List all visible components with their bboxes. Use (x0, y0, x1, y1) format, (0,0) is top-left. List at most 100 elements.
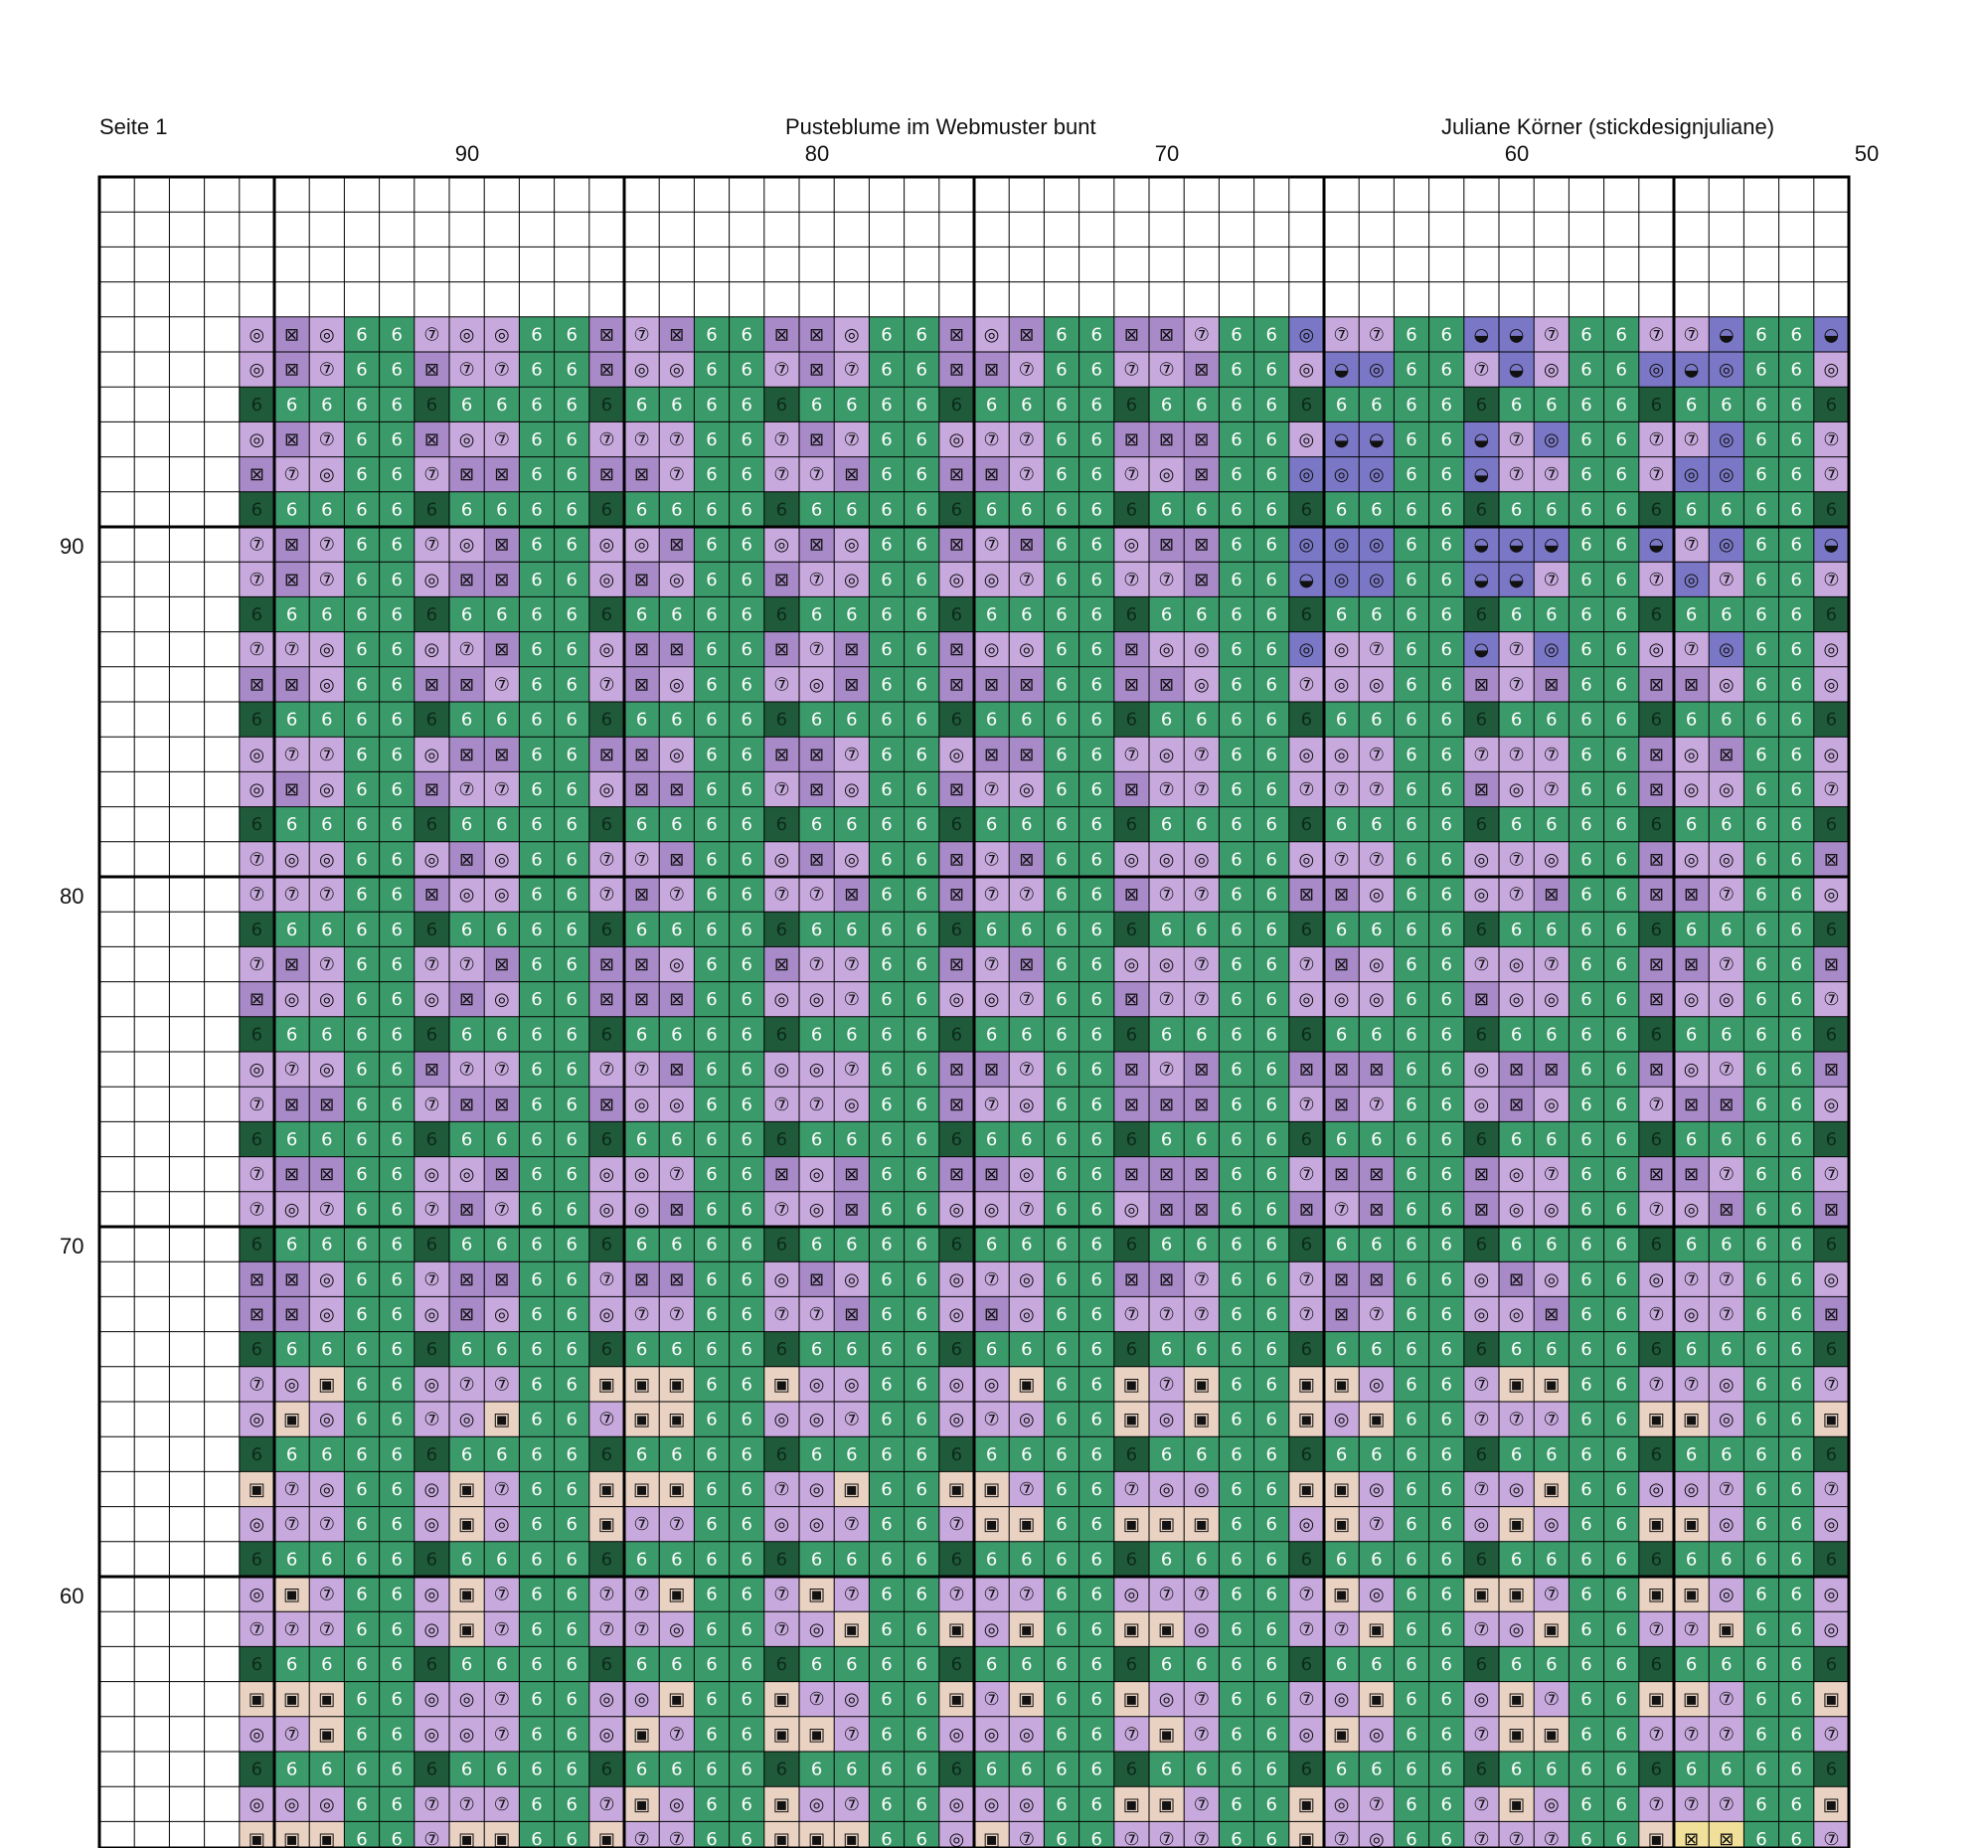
stitch-symbol: 6 (881, 1794, 892, 1815)
stitch-symbol: ◎ (809, 1479, 825, 1500)
stitch-symbol: 6 (1615, 1304, 1626, 1325)
stitch-symbol: 6 (1161, 604, 1172, 625)
stitch-symbol: ⑦ (1159, 989, 1175, 1010)
stitch-symbol: 6 (1546, 1024, 1557, 1045)
stitch-symbol: ⊠ (669, 1199, 684, 1220)
stitch-symbol: ◎ (669, 1794, 685, 1815)
stitch-symbol: 6 (1651, 1339, 1662, 1360)
stitch-symbol: 6 (1406, 1339, 1416, 1360)
stitch-symbol: ⑦ (1719, 1164, 1735, 1185)
stitch-symbol: 6 (1755, 1235, 1766, 1256)
stitch-symbol: 6 (1755, 989, 1766, 1010)
stitch-symbol: ⑦ (1334, 1619, 1350, 1640)
stitch-symbol: 6 (1615, 849, 1626, 870)
stitch-symbol: ⊠ (1649, 745, 1664, 765)
stitch-symbol: ⑦ (844, 989, 860, 1010)
stitch-symbol: 6 (1476, 604, 1487, 625)
stitch-symbol: ⑦ (1823, 464, 1839, 485)
stitch-symbol: 6 (915, 1724, 926, 1745)
stitch-symbol: ◎ (1649, 639, 1665, 660)
stitch-symbol: ◎ (634, 1689, 650, 1710)
stitch-symbol: ⑦ (1719, 1689, 1735, 1710)
stitch-symbol: 6 (1826, 920, 1837, 940)
stitch-symbol: 6 (951, 920, 962, 940)
stitch-symbol: 6 (1686, 1444, 1697, 1465)
stitch-symbol: 6 (566, 1479, 577, 1500)
stitch-symbol: ◎ (1719, 989, 1735, 1010)
stitch-symbol: 6 (1161, 920, 1172, 940)
stitch-symbol: ▣ (248, 1479, 265, 1500)
stitch-symbol: ⑦ (423, 324, 439, 345)
stitch-symbol: 6 (1021, 499, 1032, 520)
stitch-symbol: ◎ (1509, 1304, 1525, 1325)
stitch-symbol: 6 (1755, 604, 1766, 625)
stitch-symbol: 6 (1090, 1724, 1101, 1745)
stitch-symbol: ⑦ (1194, 1304, 1210, 1325)
stitch-symbol: 6 (811, 814, 822, 835)
stitch-symbol: 6 (1755, 1794, 1766, 1815)
stitch-symbol: 6 (1406, 674, 1416, 695)
stitch-symbol: 6 (1406, 429, 1416, 450)
stitch-symbol: 6 (951, 1549, 962, 1570)
stitch-symbol: ⑦ (1719, 1304, 1735, 1325)
stitch-symbol: 6 (741, 1199, 751, 1220)
stitch-symbol: 6 (1196, 499, 1207, 520)
stitch-symbol: ◎ (1299, 464, 1315, 485)
stitch-symbol: ⑦ (1544, 1410, 1560, 1430)
stitch-symbol: 6 (915, 1760, 926, 1780)
stitch-symbol: ▣ (1158, 1794, 1175, 1815)
stitch-symbol: ▣ (458, 1479, 475, 1500)
stitch-symbol: ⑦ (1298, 1304, 1314, 1325)
stitch-symbol: 6 (1406, 885, 1416, 906)
stitch-symbol: ⊠ (1159, 1164, 1174, 1185)
stitch-symbol: 6 (706, 1724, 717, 1745)
stitch-symbol: 6 (1511, 395, 1522, 416)
stitch-symbol: ⑦ (1684, 1794, 1700, 1815)
stitch-symbol: 6 (531, 1654, 542, 1675)
stitch-symbol: ⑦ (1719, 570, 1735, 590)
stitch-symbol: 6 (1406, 1410, 1416, 1430)
stitch-symbol: 6 (741, 1444, 751, 1465)
stitch-symbol: ⑦ (1159, 885, 1175, 906)
stitch-symbol: ⑦ (773, 1199, 789, 1220)
stitch-symbol: 6 (1826, 604, 1837, 625)
stitch-symbol: ◎ (634, 535, 650, 556)
stitch-symbol: 6 (1755, 1374, 1766, 1395)
stitch-symbol: 6 (1265, 1689, 1276, 1710)
stitch-symbol: 6 (741, 1129, 751, 1150)
stitch-symbol: ⊠ (949, 954, 964, 975)
stitch-symbol: 6 (566, 1129, 577, 1150)
stitch-symbol: 6 (426, 1235, 437, 1256)
stitch-symbol: ⑦ (1019, 989, 1035, 1010)
stitch-symbol: ⊠ (1019, 849, 1034, 870)
stitch-symbol: ⑦ (634, 1619, 650, 1640)
stitch-symbol: 6 (321, 1235, 332, 1256)
stitch-symbol: ◎ (1019, 1794, 1035, 1815)
stitch-symbol: 6 (1755, 1199, 1766, 1220)
stitch-symbol: 6 (671, 710, 682, 731)
stitch-symbol: ⊠ (1824, 1060, 1839, 1081)
stitch-symbol: 6 (1686, 920, 1697, 940)
stitch-symbol: 6 (1090, 1829, 1101, 1848)
stitch-symbol: ⊠ (1194, 1060, 1209, 1081)
stitch-symbol: ⑦ (984, 1585, 1000, 1605)
stitch-symbol: ◎ (949, 1724, 965, 1745)
stitch-symbol: ◎ (459, 324, 475, 345)
stitch-symbol: ▣ (808, 1724, 825, 1745)
stitch-symbol: 6 (1790, 1235, 1801, 1256)
stitch-symbol: ◎ (1544, 1199, 1560, 1220)
stitch-symbol: 6 (881, 395, 892, 416)
stitch-symbol: ⑦ (1019, 464, 1035, 485)
stitch-symbol: ◎ (424, 639, 440, 660)
stitch-symbol: 6 (1265, 1094, 1276, 1115)
stitch-symbol: ◎ (1124, 1199, 1140, 1220)
stitch-symbol: ⑦ (284, 1514, 300, 1535)
stitch-symbol: 6 (1755, 710, 1766, 731)
stitch-symbol: ◎ (319, 1410, 335, 1430)
stitch-symbol: 6 (1231, 1724, 1242, 1745)
stitch-symbol: 6 (496, 814, 507, 835)
stitch-symbol: 6 (1406, 464, 1416, 485)
stitch-symbol: 6 (915, 1619, 926, 1640)
stitch-symbol: ⑦ (1719, 1269, 1735, 1290)
stitch-symbol: ⑦ (598, 1410, 614, 1430)
